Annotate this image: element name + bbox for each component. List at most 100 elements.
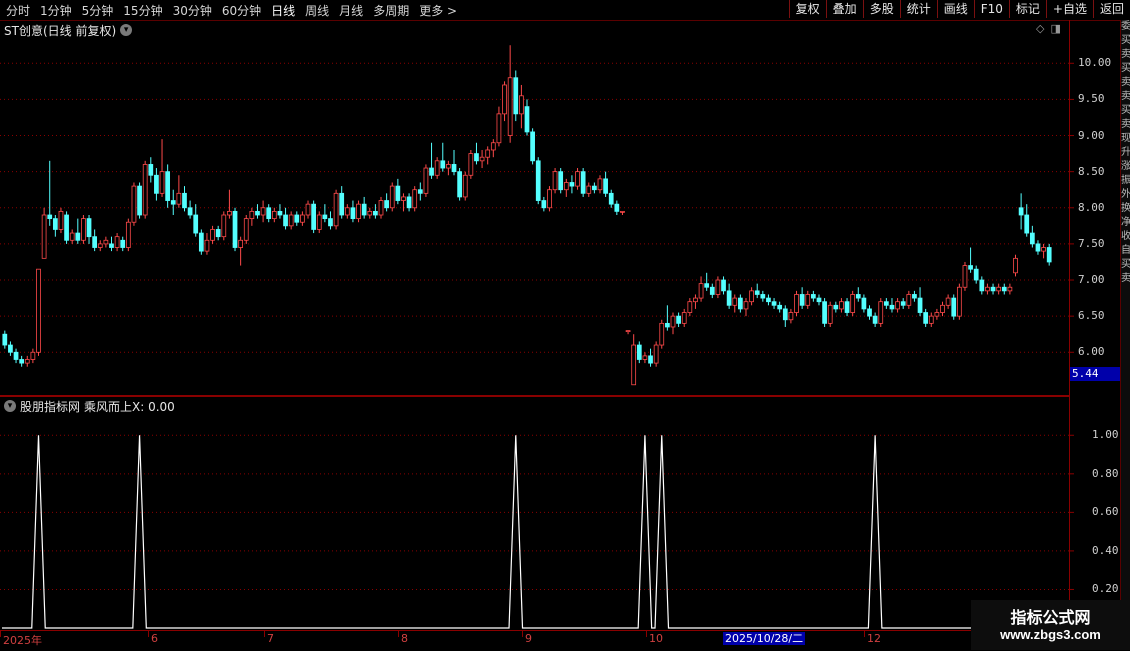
candle-body (985, 286, 990, 292)
candle-body (541, 200, 547, 209)
candle-body (170, 200, 176, 205)
candle-body (1029, 232, 1035, 245)
indicator-tick-label: 0.60 (1092, 505, 1119, 519)
candle-body (36, 268, 41, 353)
candle-body (721, 279, 726, 292)
date-tick (264, 631, 265, 637)
candle-body (210, 229, 215, 241)
candle-body (423, 167, 429, 194)
candle-body (165, 171, 171, 201)
candle-body (816, 297, 822, 303)
candle-body (8, 344, 13, 353)
candle-body (872, 315, 878, 324)
candle-body (311, 203, 316, 230)
price-tick-label: 10.00 (1078, 56, 1112, 70)
candle-body (760, 294, 766, 299)
candle-body (47, 214, 53, 220)
candle-body (81, 218, 86, 241)
side-strip-label: 现 (1121, 133, 1130, 144)
candle-body (148, 164, 154, 176)
candle-body (300, 214, 305, 223)
chart-canvas[interactable] (0, 0, 1130, 650)
candle-body (956, 286, 962, 317)
candle-body (676, 315, 681, 324)
candle-body (603, 178, 608, 194)
candle-body (900, 301, 906, 306)
candle-body (496, 113, 502, 144)
candle-body (754, 290, 760, 295)
candle-body (855, 294, 861, 299)
candle-body (895, 301, 900, 310)
indicator-tick-label: 0.80 (1092, 466, 1119, 480)
candle-body (906, 294, 912, 306)
candle-body (350, 207, 356, 220)
watermark-url: www.zbgs3.com (1000, 627, 1101, 642)
watermark-title: 指标公式网 (1010, 608, 1091, 627)
cursor-date-badge: 2025/10/28/二 (723, 632, 806, 645)
stock-chart-app: 分时 1分钟 5分钟 15分钟 30分钟 60分钟 日线 周线 月线 多周期 更多 > 复权 叠加 多股… (0, 0, 1130, 651)
side-strip-label: 买 (1121, 259, 1130, 270)
date-tick (864, 631, 865, 637)
candle-body (440, 160, 446, 169)
candle-body (52, 218, 58, 230)
candle-body (1001, 286, 1007, 292)
candle-body (771, 301, 777, 306)
candle-body (69, 232, 75, 241)
indicator-title: ▾ 股朋指标网 乘风而上X: 0.00 (4, 398, 175, 414)
candle-body (766, 297, 771, 303)
candle-body (13, 351, 19, 360)
side-strip-label: 净 (1121, 217, 1130, 228)
date-tick (646, 631, 647, 637)
candle-body (535, 160, 541, 201)
candle-body (243, 218, 249, 241)
candle-body (552, 171, 558, 191)
side-strip-label: 涨 (1121, 161, 1130, 172)
side-strip-label: 委 (1121, 21, 1130, 32)
candle-body (103, 239, 109, 245)
candle-body (827, 304, 833, 324)
candle-body (586, 185, 592, 194)
candle-body (462, 174, 468, 198)
candle-body (968, 265, 973, 270)
candle-body (1018, 207, 1024, 216)
candle-body (704, 283, 710, 288)
candle-body (288, 214, 294, 227)
indicator-tick-label: 0.20 (1092, 582, 1119, 596)
side-strip-label: 卖 (1121, 49, 1130, 60)
candle-body (142, 164, 148, 216)
candle-body (687, 301, 693, 313)
candle-body (384, 200, 389, 209)
candle-body (378, 200, 384, 216)
candle-body (867, 308, 872, 317)
candle-body (979, 279, 985, 292)
candle-body (524, 106, 530, 133)
candle-body (575, 171, 580, 187)
date-label: 8 (401, 632, 408, 645)
candle-body (636, 344, 642, 360)
candle-body (861, 297, 867, 310)
date-axis: 2025/10/28/二 2025年 6 7 8 9 10 12 (0, 630, 1130, 651)
candle-body (563, 182, 569, 191)
date-tick (0, 631, 1, 637)
candle-body (227, 210, 232, 216)
candle-body (530, 131, 535, 162)
candle-body (889, 304, 895, 310)
candle-body (249, 210, 255, 220)
candle-body (732, 297, 738, 306)
candle-body (738, 297, 743, 310)
date-tick (148, 631, 149, 637)
chevron-down-icon[interactable]: ▾ (4, 400, 16, 412)
candle-body (339, 192, 345, 216)
candle-body (883, 301, 889, 306)
candle-body (917, 297, 923, 313)
candle-body (367, 210, 373, 216)
candle-body (681, 312, 687, 324)
date-tick (398, 631, 399, 637)
candle-body (709, 286, 715, 295)
indicator-tick-label: 1.00 (1092, 428, 1119, 442)
candle-body (255, 210, 260, 216)
side-strip-label: 买 (1121, 105, 1130, 116)
candle-body (283, 214, 288, 227)
candle-body (558, 171, 564, 191)
candle-body (316, 214, 322, 230)
